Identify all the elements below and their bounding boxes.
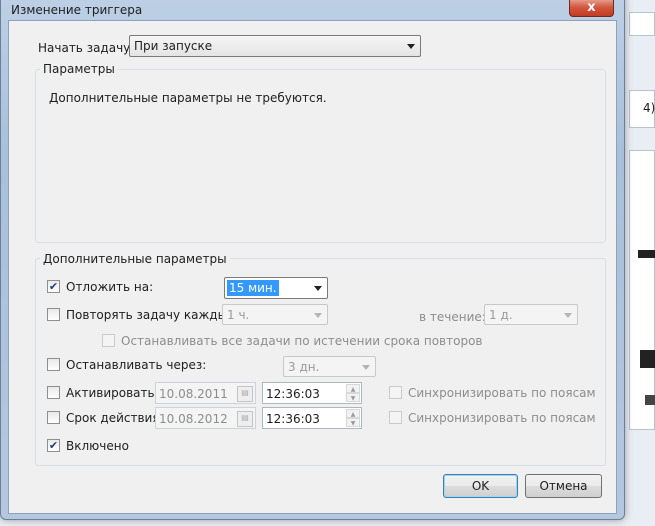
repeat-label: Повторять задачу каждые: <box>66 308 239 322</box>
background-strip <box>629 150 655 430</box>
advanced-group-title: Дополнительные параметры <box>40 252 230 266</box>
stop-all-checkbox[interactable] <box>102 334 115 347</box>
activate-date-value: 10.08.2011 <box>159 387 228 401</box>
start-task-value: При запуске <box>134 39 213 53</box>
expire-date-value: 10.08.2012 <box>159 412 228 426</box>
repeat-interval-select[interactable]: 1 ч. <box>222 304 328 325</box>
expire-checkbox[interactable] <box>47 411 60 424</box>
delay-label: Отложить на: <box>66 280 154 294</box>
spin-up-icon[interactable]: ▲ <box>346 384 360 393</box>
start-task-select[interactable]: При запуске <box>129 35 421 57</box>
repeat-duration-select[interactable]: 1 д. <box>484 304 578 325</box>
enabled-checkbox[interactable]: ✔ <box>47 439 60 452</box>
spin-down-icon[interactable]: ▼ <box>346 418 360 427</box>
chevron-down-icon <box>564 313 572 318</box>
repeat-duration-label: в течение: <box>419 310 486 324</box>
chevron-down-icon <box>362 365 370 370</box>
ok-button[interactable]: OK <box>443 474 518 498</box>
chevron-down-icon <box>314 313 322 318</box>
repeat-interval-value: 1 ч. <box>227 308 250 322</box>
chevron-down-icon <box>407 44 415 49</box>
expire-sync-checkbox[interactable] <box>389 411 402 424</box>
background-strip <box>629 12 655 36</box>
background-text: 4) <box>643 101 655 115</box>
stop-after-checkbox[interactable] <box>47 358 60 371</box>
enabled-label: Включено <box>66 439 129 453</box>
params-message: Дополнительные параметры не требуются. <box>49 91 327 105</box>
repeat-checkbox[interactable] <box>47 308 60 321</box>
background-mark <box>640 350 655 368</box>
activate-time-field[interactable]: 12:36:03 ▲ ▼ <box>262 382 362 404</box>
expire-date-field[interactable]: 10.08.2012 ▤ <box>155 407 256 429</box>
background-mark <box>645 395 655 405</box>
params-group-title: Параметры <box>40 62 118 76</box>
activate-checkbox[interactable] <box>47 386 60 399</box>
background-mark <box>638 250 655 258</box>
activate-sync-label: Синхронизировать по поясам <box>408 386 596 400</box>
dialog-client-area: Начать задачу: При запуске Параметры Доп… <box>8 20 617 514</box>
activate-time-value: 12:36:03 <box>266 387 320 401</box>
expire-sync-label: Синхронизировать по поясам <box>408 411 596 425</box>
dialog-title: Изменение триггера <box>11 3 143 17</box>
stop-all-label: Останавливать все задачи по истечении ср… <box>121 334 483 348</box>
stop-after-label: Останавливать через: <box>66 358 207 372</box>
expire-label: Срок действия: <box>66 411 164 425</box>
stop-after-select[interactable]: 3 дн. <box>283 356 376 377</box>
calendar-icon[interactable]: ▤ <box>237 411 253 427</box>
delay-value: 15 мин. <box>227 280 279 296</box>
expire-time-field[interactable]: 12:36:03 ▲ ▼ <box>262 407 362 429</box>
activate-label: Активировать: <box>66 386 159 400</box>
spin-up-icon[interactable]: ▲ <box>346 409 360 418</box>
calendar-icon[interactable]: ▤ <box>237 386 253 402</box>
time-spinner[interactable]: ▲ ▼ <box>346 409 360 427</box>
spin-down-icon[interactable]: ▼ <box>346 393 360 402</box>
activate-sync-checkbox[interactable] <box>389 386 402 399</box>
chevron-down-icon <box>314 286 322 291</box>
cancel-button[interactable]: Отмена <box>525 474 602 498</box>
close-icon: x <box>587 0 596 15</box>
close-button[interactable]: x <box>569 0 614 17</box>
activate-date-field[interactable]: 10.08.2011 ▤ <box>155 382 256 404</box>
delay-checkbox[interactable]: ✔ <box>47 280 60 293</box>
repeat-duration-value: 1 д. <box>489 308 513 322</box>
start-task-label: Начать задачу: <box>38 41 135 55</box>
stop-after-value: 3 дн. <box>288 360 320 374</box>
time-spinner[interactable]: ▲ ▼ <box>346 384 360 402</box>
expire-time-value: 12:36:03 <box>266 412 320 426</box>
delay-select[interactable]: 15 мин. <box>224 277 328 299</box>
